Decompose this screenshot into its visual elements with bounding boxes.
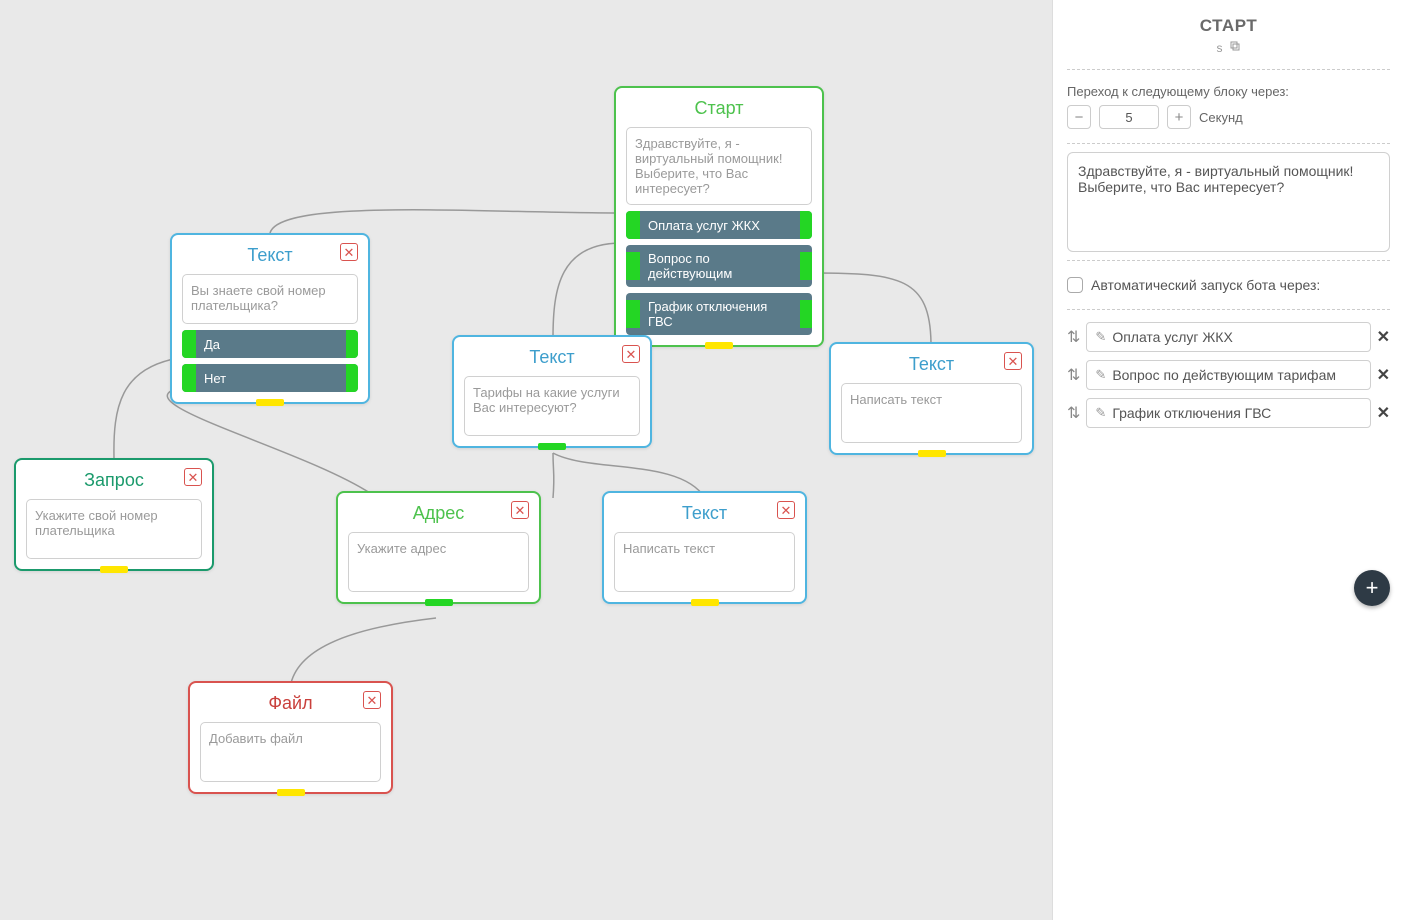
close-icon[interactable]: ✕: [184, 468, 202, 486]
sidebar: СТАРТ s Переход к следующему блоку через…: [1052, 0, 1404, 920]
node-title: Адрес: [348, 503, 529, 524]
transition-label: Переход к следующему блоку через:: [1067, 84, 1390, 99]
drag-handle-icon[interactable]: ⇅: [1067, 327, 1080, 347]
message-textarea[interactable]: Здравствуйте, я - виртуальный помощник! …: [1067, 152, 1390, 252]
option-box[interactable]: ✎Оплата услуг ЖКХ: [1086, 322, 1370, 352]
node-title: Старт: [626, 98, 812, 119]
add-option-button[interactable]: +: [1354, 570, 1390, 606]
pencil-icon: ✎: [1095, 367, 1106, 383]
node-port[interactable]: [918, 450, 946, 457]
node-port[interactable]: [538, 443, 566, 450]
node-file[interactable]: ✕ Файл Добавить файл: [188, 681, 393, 794]
close-icon[interactable]: ✕: [622, 345, 640, 363]
node-title: Текст: [841, 354, 1022, 375]
node-title: Файл: [200, 693, 381, 714]
delete-option-button[interactable]: ✕: [1377, 327, 1390, 347]
node-option-yes[interactable]: Да: [182, 330, 358, 358]
node-port[interactable]: [256, 399, 284, 406]
pencil-icon: ✎: [1095, 405, 1106, 421]
node-text[interactable]: Укажите адрес: [348, 532, 529, 592]
node-text[interactable]: Тарифы на какие услуги Вас интересуют?: [464, 376, 640, 436]
canvas[interactable]: Старт Здравствуйте, я - виртуальный помо…: [0, 28, 1052, 920]
node-option-3[interactable]: График отключения ГВС: [626, 293, 812, 335]
node-text2[interactable]: ✕ Текст Тарифы на какие услуги Вас интер…: [452, 335, 652, 448]
copy-icon[interactable]: [1229, 40, 1241, 55]
node-text[interactable]: Здравствуйте, я - виртуальный помощник! …: [626, 127, 812, 205]
node-title: Запрос: [26, 470, 202, 491]
sidebar-title: СТАРТ: [1053, 16, 1404, 36]
close-icon[interactable]: ✕: [340, 243, 358, 261]
option-row-1: ⇅ ✎Оплата услуг ЖКХ ✕: [1053, 318, 1404, 356]
delete-option-button[interactable]: ✕: [1377, 365, 1390, 385]
close-icon[interactable]: ✕: [777, 501, 795, 519]
node-text[interactable]: Добавить файл: [200, 722, 381, 782]
node-request[interactable]: ✕ Запрос Укажите свой номер плательщика: [14, 458, 214, 571]
seconds-unit: Секунд: [1199, 110, 1243, 125]
node-title: Текст: [614, 503, 795, 524]
seconds-plus-button[interactable]: +: [1167, 105, 1191, 129]
node-text1[interactable]: ✕ Текст Вы знаете свой номер плательщика…: [170, 233, 370, 404]
option-row-3: ⇅ ✎График отключения ГВС ✕: [1053, 394, 1404, 432]
node-title: Текст: [464, 347, 640, 368]
node-option-2[interactable]: Вопрос по действующим: [626, 245, 812, 287]
node-text[interactable]: Написать текст: [614, 532, 795, 592]
seconds-input[interactable]: [1099, 105, 1159, 129]
option-box[interactable]: ✎График отключения ГВС: [1086, 398, 1370, 428]
node-option-1[interactable]: Оплата услуг ЖКХ: [626, 211, 812, 239]
close-icon[interactable]: ✕: [363, 691, 381, 709]
node-port[interactable]: [691, 599, 719, 606]
close-icon[interactable]: ✕: [511, 501, 529, 519]
node-text4[interactable]: ✕ Текст Написать текст: [602, 491, 807, 604]
node-port[interactable]: [277, 789, 305, 796]
node-text[interactable]: Написать текст: [841, 383, 1022, 443]
node-port[interactable]: [705, 342, 733, 349]
node-port[interactable]: [100, 566, 128, 573]
sidebar-subtitle: s: [1053, 40, 1404, 55]
node-title: Текст: [182, 245, 358, 266]
drag-handle-icon[interactable]: ⇅: [1067, 403, 1080, 423]
node-text[interactable]: Вы знаете свой номер плательщика?: [182, 274, 358, 324]
close-icon[interactable]: ✕: [1004, 352, 1022, 370]
seconds-minus-button[interactable]: −: [1067, 105, 1091, 129]
node-text3[interactable]: ✕ Текст Написать текст: [829, 342, 1034, 455]
delete-option-button[interactable]: ✕: [1377, 403, 1390, 423]
autostart-checkbox[interactable]: [1067, 277, 1083, 293]
node-port[interactable]: [425, 599, 453, 606]
node-start[interactable]: Старт Здравствуйте, я - виртуальный помо…: [614, 86, 824, 347]
option-row-2: ⇅ ✎Вопрос по действующим тарифам ✕: [1053, 356, 1404, 394]
node-address[interactable]: ✕ Адрес Укажите адрес: [336, 491, 541, 604]
node-text[interactable]: Укажите свой номер плательщика: [26, 499, 202, 559]
autostart-label: Автоматический запуск бота через:: [1091, 277, 1320, 293]
option-box[interactable]: ✎Вопрос по действующим тарифам: [1086, 360, 1370, 390]
drag-handle-icon[interactable]: ⇅: [1067, 365, 1080, 385]
node-option-no[interactable]: Нет: [182, 364, 358, 392]
pencil-icon: ✎: [1095, 329, 1106, 345]
